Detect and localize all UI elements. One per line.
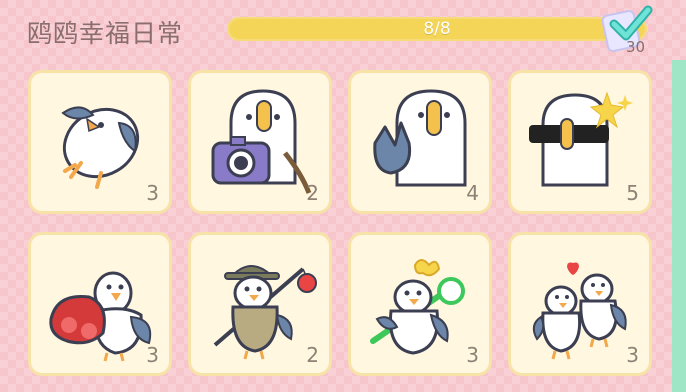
card-gull-flower[interactable]: 3 — [348, 232, 492, 376]
card-gull-camera[interactable]: 2 — [188, 70, 332, 214]
card-count: 4 — [466, 181, 479, 205]
collection-progress-bar: 8/8 — [227, 17, 647, 41]
card-count: 3 — [146, 181, 159, 205]
reward-badge[interactable]: 30 — [600, 5, 656, 56]
card-gull-tumble[interactable]: 3 — [28, 70, 172, 214]
card-gull-fishing[interactable]: 2 — [188, 232, 332, 376]
card-gull-sunglasses[interactable]: 5 — [508, 70, 652, 214]
card-count: 3 — [626, 343, 639, 367]
progress-text: 8/8 — [423, 19, 451, 39]
card-count: 2 — [306, 343, 319, 367]
album-title: 鸥鸥幸福日常 — [27, 19, 184, 48]
card-count: 5 — [626, 181, 639, 205]
card-gull-couple[interactable]: 3 — [508, 232, 652, 376]
card-gull-peace[interactable]: 4 — [348, 70, 492, 214]
card-count: 2 — [306, 181, 319, 205]
card-gull-bag[interactable]: 3 — [28, 232, 172, 376]
badge-count: 30 — [626, 38, 646, 56]
card-count: 3 — [146, 343, 159, 367]
card-count: 3 — [466, 343, 479, 367]
side-strip — [672, 60, 686, 392]
